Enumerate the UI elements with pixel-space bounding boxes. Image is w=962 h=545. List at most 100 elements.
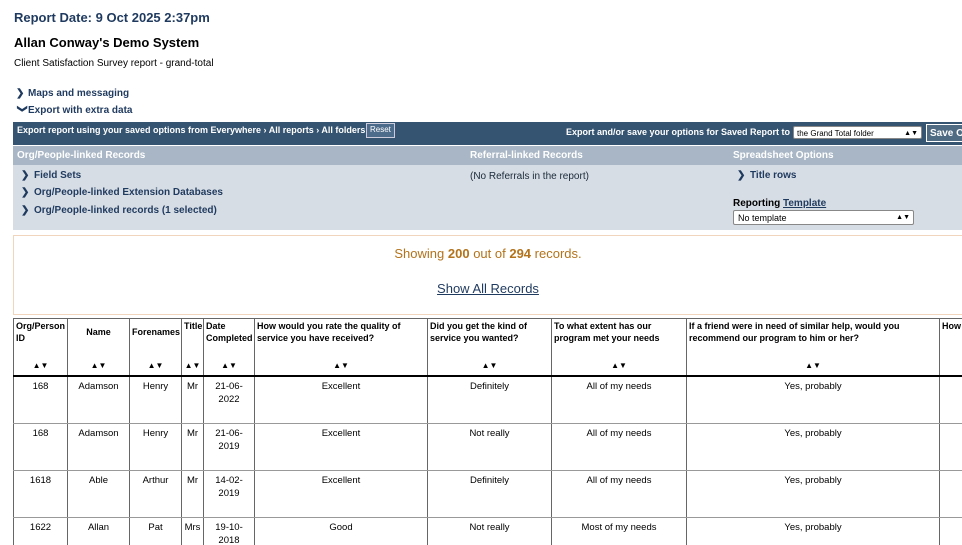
- show-all-records-link[interactable]: Show All Records: [14, 281, 962, 296]
- maps-messaging-label: Maps and messaging: [28, 88, 130, 99]
- table-cell: [939, 376, 962, 424]
- table-cell: 168: [13, 423, 68, 471]
- report-subtitle: Client Satisfaction Survey report - gran…: [14, 58, 214, 69]
- save-options-button[interactable]: Save O: [926, 124, 962, 142]
- sort-icon[interactable]: ▲▼: [68, 360, 129, 372]
- table-cell: Pat: [129, 517, 182, 545]
- table-cell: All of my needs: [551, 376, 687, 424]
- table-cell: Yes, probably: [686, 470, 940, 518]
- table-cell: 21-06-2022: [203, 376, 255, 424]
- table-cell: Not really: [427, 423, 552, 471]
- chevron-right-icon: ❯: [16, 88, 25, 99]
- referral-records-header: Referral-linked Records: [470, 150, 583, 161]
- field-sets-toggle[interactable]: ❯ Field Sets: [21, 170, 81, 181]
- chevron-right-icon: ❯: [21, 187, 30, 198]
- table-row: 168 Adamson Henry Mr 21-06-2022 Excellent Defi…: [13, 376, 962, 424]
- column-header[interactable]: How help ▲▼: [939, 318, 962, 377]
- column-header[interactable]: Did you get the kind of service you want…: [427, 318, 552, 377]
- table-cell: Excellent: [254, 423, 428, 471]
- table-cell: Allan: [67, 517, 130, 545]
- column-header-label: Name: [86, 327, 111, 337]
- no-referrals-text: (No Referrals in the report): [470, 171, 589, 182]
- table-cell: 14-02-2019: [203, 470, 255, 518]
- table-cell: Most of my needs: [551, 517, 687, 545]
- table-cell: Yes, probably: [686, 376, 940, 424]
- export-options-panel: Org/People-linked Records Referral-linke…: [13, 146, 962, 230]
- column-header-label: Did you get the kind of service you want…: [430, 321, 527, 343]
- sort-icon[interactable]: ▲▼: [552, 360, 686, 372]
- table-cell: Mr: [181, 470, 204, 518]
- table-header-row: Org/Person ID ▲▼ Name ▲▼ Forenames ▲▼ Title ▲▼ D…: [13, 318, 962, 377]
- sort-icon[interactable]: ▲▼: [428, 360, 551, 372]
- table-cell: Arthur: [129, 470, 182, 518]
- reset-button[interactable]: Reset: [366, 123, 395, 138]
- table-cell: All of my needs: [551, 423, 687, 471]
- template-select-value: No template: [738, 213, 787, 223]
- table-cell: Excellent: [254, 470, 428, 518]
- table-row: 1622 Allan Pat Mrs 19-10-2018 Good Not really M…: [13, 517, 962, 545]
- title-rows-label: Title rows: [750, 170, 797, 181]
- column-header[interactable]: Title ▲▼: [181, 318, 204, 377]
- select-arrows-icon: ▲▼: [904, 130, 918, 137]
- sort-icon[interactable]: ▲▼: [182, 360, 203, 372]
- table-cell: Yes, probably: [686, 517, 940, 545]
- column-header-label: How help: [942, 321, 962, 331]
- folder-select-value: the Grand Total folder: [797, 129, 874, 138]
- maps-messaging-toggle[interactable]: ❯ Maps and messaging: [16, 88, 129, 99]
- linked-records-toggle[interactable]: ❯ Org/People-linked records (1 selected): [21, 205, 217, 216]
- column-header[interactable]: How would you rate the quality of servic…: [254, 318, 428, 377]
- table-cell: 168: [13, 376, 68, 424]
- column-header[interactable]: To what extent has our program met your …: [551, 318, 687, 377]
- export-extra-data-toggle[interactable]: ❯Export with extra data: [16, 104, 133, 117]
- system-name: Allan Conway's Demo System: [14, 35, 200, 50]
- column-header[interactable]: If a friend were in need of similar help…: [686, 318, 940, 377]
- title-rows-toggle[interactable]: ❯ Title rows: [737, 170, 797, 181]
- chevron-down-icon: ❯: [16, 104, 28, 113]
- sort-icon[interactable]: ▲▼: [14, 360, 67, 372]
- column-header-label: If a friend were in need of similar help…: [689, 321, 900, 343]
- extension-databases-toggle[interactable]: ❯ Org/People-linked Extension Databases: [21, 187, 223, 198]
- reporting-template-label: Reporting Template: [733, 198, 826, 209]
- showing-prefix: Showing: [394, 246, 445, 261]
- records-summary-box: Showing 200 out of 294 records. Show All…: [13, 235, 962, 315]
- export-saved-options-text: Export report using your saved options f…: [17, 125, 366, 135]
- sort-icon[interactable]: ▲▼: [204, 360, 254, 372]
- out-of-text: out of: [473, 246, 506, 261]
- table-cell: Able: [67, 470, 130, 518]
- column-header-label: Title: [184, 321, 203, 331]
- table-cell: Mr: [181, 423, 204, 471]
- table-body: 168 Adamson Henry Mr 21-06-2022 Excellent Defi…: [13, 376, 962, 545]
- records-suffix: records.: [534, 246, 582, 261]
- column-header[interactable]: Date Completed ▲▼: [203, 318, 255, 377]
- export-extra-data-label: Export with extra data: [28, 105, 133, 116]
- column-header[interactable]: Name ▲▼: [67, 318, 130, 377]
- export-bar: Export report using your saved options f…: [13, 122, 962, 145]
- table-cell: 19-10-2018: [203, 517, 255, 545]
- sort-icon[interactable]: ▲▼: [940, 360, 962, 372]
- table-cell: Henry: [129, 376, 182, 424]
- extension-databases-label: Org/People-linked Extension Databases: [34, 187, 223, 198]
- column-header-label: Date Completed: [206, 321, 253, 343]
- template-select[interactable]: No template ▲▼: [733, 210, 914, 225]
- table-cell: Definitely: [427, 470, 552, 518]
- column-header-label: To what extent has our program met your …: [554, 321, 660, 343]
- reporting-label: Reporting: [733, 198, 781, 209]
- table-cell: Not really: [427, 517, 552, 545]
- column-header[interactable]: Forenames ▲▼: [129, 318, 182, 377]
- sort-icon[interactable]: ▲▼: [130, 360, 181, 372]
- table-cell: All of my needs: [551, 470, 687, 518]
- table-cell: Excellent: [254, 376, 428, 424]
- records-table-container[interactable]: Org/Person ID ▲▼ Name ▲▼ Forenames ▲▼ Title ▲▼ D…: [13, 318, 962, 545]
- saved-report-folder-select[interactable]: the Grand Total folder ▲▼: [793, 126, 922, 139]
- sort-icon[interactable]: ▲▼: [255, 360, 427, 372]
- chevron-right-icon: ❯: [21, 205, 30, 216]
- column-header[interactable]: Org/Person ID ▲▼: [13, 318, 68, 377]
- export-save-options-text: Export and/or save your options for Save…: [566, 127, 791, 137]
- shown-count: 200: [447, 246, 470, 261]
- report-date: Report Date: 9 Oct 2025 2:37pm: [14, 10, 210, 25]
- sort-icon[interactable]: ▲▼: [687, 360, 939, 372]
- table-row: 1618 Able Arthur Mr 14-02-2019 Excellent Defin…: [13, 470, 962, 518]
- template-link[interactable]: Template: [783, 198, 826, 209]
- table-cell: 1618: [13, 470, 68, 518]
- table-cell: Good: [254, 517, 428, 545]
